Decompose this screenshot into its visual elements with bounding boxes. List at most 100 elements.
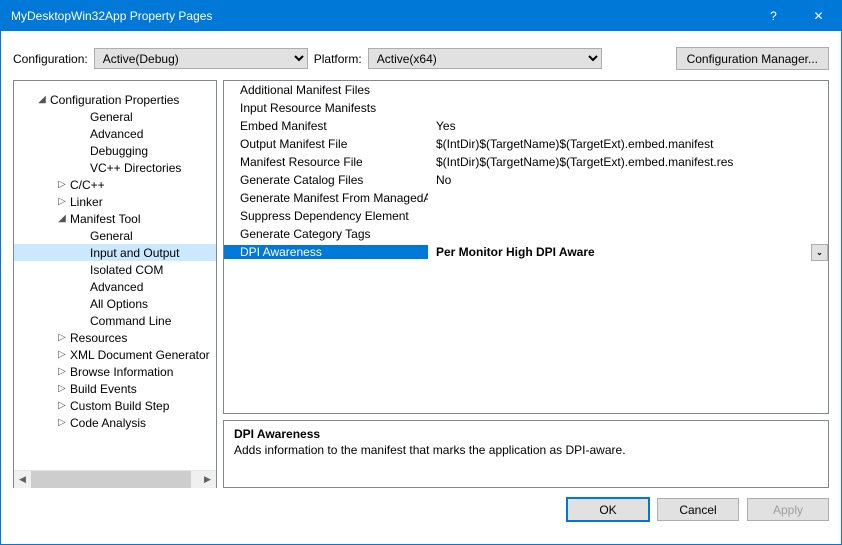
tree-item[interactable]: Advanced [14, 278, 216, 295]
tree-item[interactable]: General [14, 227, 216, 244]
tree-item-label: Resources [70, 331, 127, 345]
tree-item-label: C/C++ [70, 178, 105, 192]
tree-item[interactable]: ▷Code Analysis [14, 414, 216, 431]
tree-item-label: Linker [70, 195, 103, 209]
collapse-icon[interactable]: ◢ [54, 213, 70, 224]
property-name: Output Manifest File [224, 137, 428, 151]
configuration-label: Configuration: [13, 52, 88, 66]
tree-item[interactable]: ▷XML Document Generator [14, 346, 216, 363]
grid-row[interactable]: Suppress Dependency Element [224, 207, 828, 225]
tree-item-label: General [90, 110, 133, 124]
scrollbar-track[interactable] [31, 471, 199, 488]
property-grid[interactable]: Additional Manifest Files Input Resource … [223, 80, 829, 414]
property-value[interactable]: Yes [428, 119, 828, 133]
grid-row[interactable]: Generate Catalog FilesNo [224, 171, 828, 189]
grid-row[interactable]: Input Resource Manifests [224, 99, 828, 117]
property-value[interactable]: $(IntDir)$(TargetName)$(TargetExt).embed… [428, 155, 828, 169]
right-column: Additional Manifest Files Input Resource … [223, 80, 829, 488]
property-name: Generate Manifest From ManagedAssembly [224, 191, 428, 205]
property-name: Suppress Dependency Element [224, 209, 428, 223]
tree-item[interactable]: ▷Build Events [14, 380, 216, 397]
close-button[interactable]: ✕ [796, 1, 841, 31]
footer: OK Cancel Apply [1, 498, 841, 533]
tree-item-label: Manifest Tool [70, 212, 140, 226]
titlebar[interactable]: MyDesktopWin32App Property Pages ? ✕ [1, 1, 841, 31]
expand-icon[interactable]: ▷ [54, 383, 70, 394]
help-button[interactable]: ? [751, 1, 796, 31]
description-title: DPI Awareness [234, 427, 818, 441]
tree-item[interactable]: ▷Linker [14, 193, 216, 210]
scroll-right-icon[interactable]: ▶ [199, 471, 216, 488]
tree-item-label: Browse Information [70, 365, 173, 379]
property-value[interactable]: $(IntDir)$(TargetName)$(TargetExt).embed… [428, 137, 828, 151]
tree-item[interactable]: VC++ Directories [14, 159, 216, 176]
help-icon: ? [770, 9, 777, 23]
tree-root[interactable]: ◢ Configuration Properties [14, 91, 216, 108]
grid-row[interactable]: Output Manifest File$(IntDir)$(TargetNam… [224, 135, 828, 153]
tree-item-label: Custom Build Step [70, 399, 169, 413]
tree-label: Configuration Properties [50, 93, 179, 107]
tree-item[interactable]: Debugging [14, 142, 216, 159]
property-name: Additional Manifest Files [224, 83, 428, 97]
collapse-icon[interactable]: ◢ [34, 94, 50, 105]
tree-item[interactable]: ▷Browse Information [14, 363, 216, 380]
property-value[interactable]: Per Monitor High DPI Aware⌄ [428, 244, 828, 261]
tree-item-label: All Options [90, 297, 148, 311]
property-name: Manifest Resource File [224, 155, 428, 169]
tree-panel: ◢ Configuration Properties General Advanc… [13, 80, 217, 488]
expand-icon[interactable]: ▷ [54, 349, 70, 360]
expand-icon[interactable]: ▷ [54, 400, 70, 411]
expand-icon[interactable]: ▷ [54, 366, 70, 377]
tree-item[interactable]: Isolated COM [14, 261, 216, 278]
tree-item[interactable]: ◢Manifest Tool [14, 210, 216, 227]
description-text: Adds information to the manifest that ma… [234, 443, 818, 457]
tree-item[interactable]: Input and Output [14, 244, 216, 261]
tree-item[interactable]: Advanced [14, 125, 216, 142]
property-name: Input Resource Manifests [224, 101, 428, 115]
tree-item-label: VC++ Directories [90, 161, 181, 175]
tree-item-label: Command Line [90, 314, 171, 328]
configuration-manager-button[interactable]: Configuration Manager... [676, 47, 829, 70]
tree-item-label: XML Document Generator [70, 348, 210, 362]
expand-icon[interactable]: ▷ [54, 196, 70, 207]
close-icon: ✕ [813, 9, 823, 23]
property-name: Generate Category Tags [224, 227, 428, 241]
grid-row[interactable]: Generate Manifest From ManagedAssembly [224, 189, 828, 207]
description-panel: DPI Awareness Adds information to the ma… [223, 420, 829, 488]
tree[interactable]: ◢ Configuration Properties General Advanc… [14, 81, 216, 470]
platform-select[interactable]: Active(x64) [368, 48, 602, 69]
horizontal-scrollbar[interactable]: ◀ ▶ [14, 470, 216, 487]
grid-row[interactable]: Embed ManifestYes [224, 117, 828, 135]
grid-row[interactable]: Generate Category Tags [224, 225, 828, 243]
cancel-button[interactable]: Cancel [657, 498, 739, 521]
grid-row[interactable]: Manifest Resource File$(IntDir)$(TargetN… [224, 153, 828, 171]
tree-item[interactable]: General [14, 108, 216, 125]
tree-item-label: Build Events [70, 382, 137, 396]
window-title: MyDesktopWin32App Property Pages [11, 9, 751, 23]
expand-icon[interactable]: ▷ [54, 417, 70, 428]
property-name: Generate Catalog Files [224, 173, 428, 187]
property-value[interactable]: No [428, 173, 828, 187]
tree-item-label: Advanced [90, 127, 143, 141]
platform-label: Platform: [314, 52, 362, 66]
tree-item[interactable]: ▷Resources [14, 329, 216, 346]
chevron-down-icon[interactable]: ⌄ [811, 244, 828, 261]
tree-item[interactable]: All Options [14, 295, 216, 312]
expand-icon[interactable]: ▷ [54, 179, 70, 190]
grid-row[interactable]: DPI AwarenessPer Monitor High DPI Aware⌄ [224, 243, 828, 261]
tree-item[interactable]: Command Line [14, 312, 216, 329]
scrollbar-thumb[interactable] [31, 471, 191, 488]
tree-item-label: Isolated COM [90, 263, 163, 277]
tree-item[interactable]: ▷C/C++ [14, 176, 216, 193]
configuration-select[interactable]: Active(Debug) [94, 48, 308, 69]
tree-item-label: Input and Output [90, 246, 179, 260]
tree-item[interactable]: ▷Custom Build Step [14, 397, 216, 414]
scroll-left-icon[interactable]: ◀ [14, 471, 31, 488]
expand-icon[interactable]: ▷ [54, 332, 70, 343]
grid-row[interactable]: Additional Manifest Files [224, 81, 828, 99]
ok-button[interactable]: OK [567, 498, 649, 521]
property-name: DPI Awareness [224, 245, 428, 259]
apply-button[interactable]: Apply [747, 498, 829, 521]
property-name: Embed Manifest [224, 119, 428, 133]
tree-item-label: Advanced [90, 280, 143, 294]
